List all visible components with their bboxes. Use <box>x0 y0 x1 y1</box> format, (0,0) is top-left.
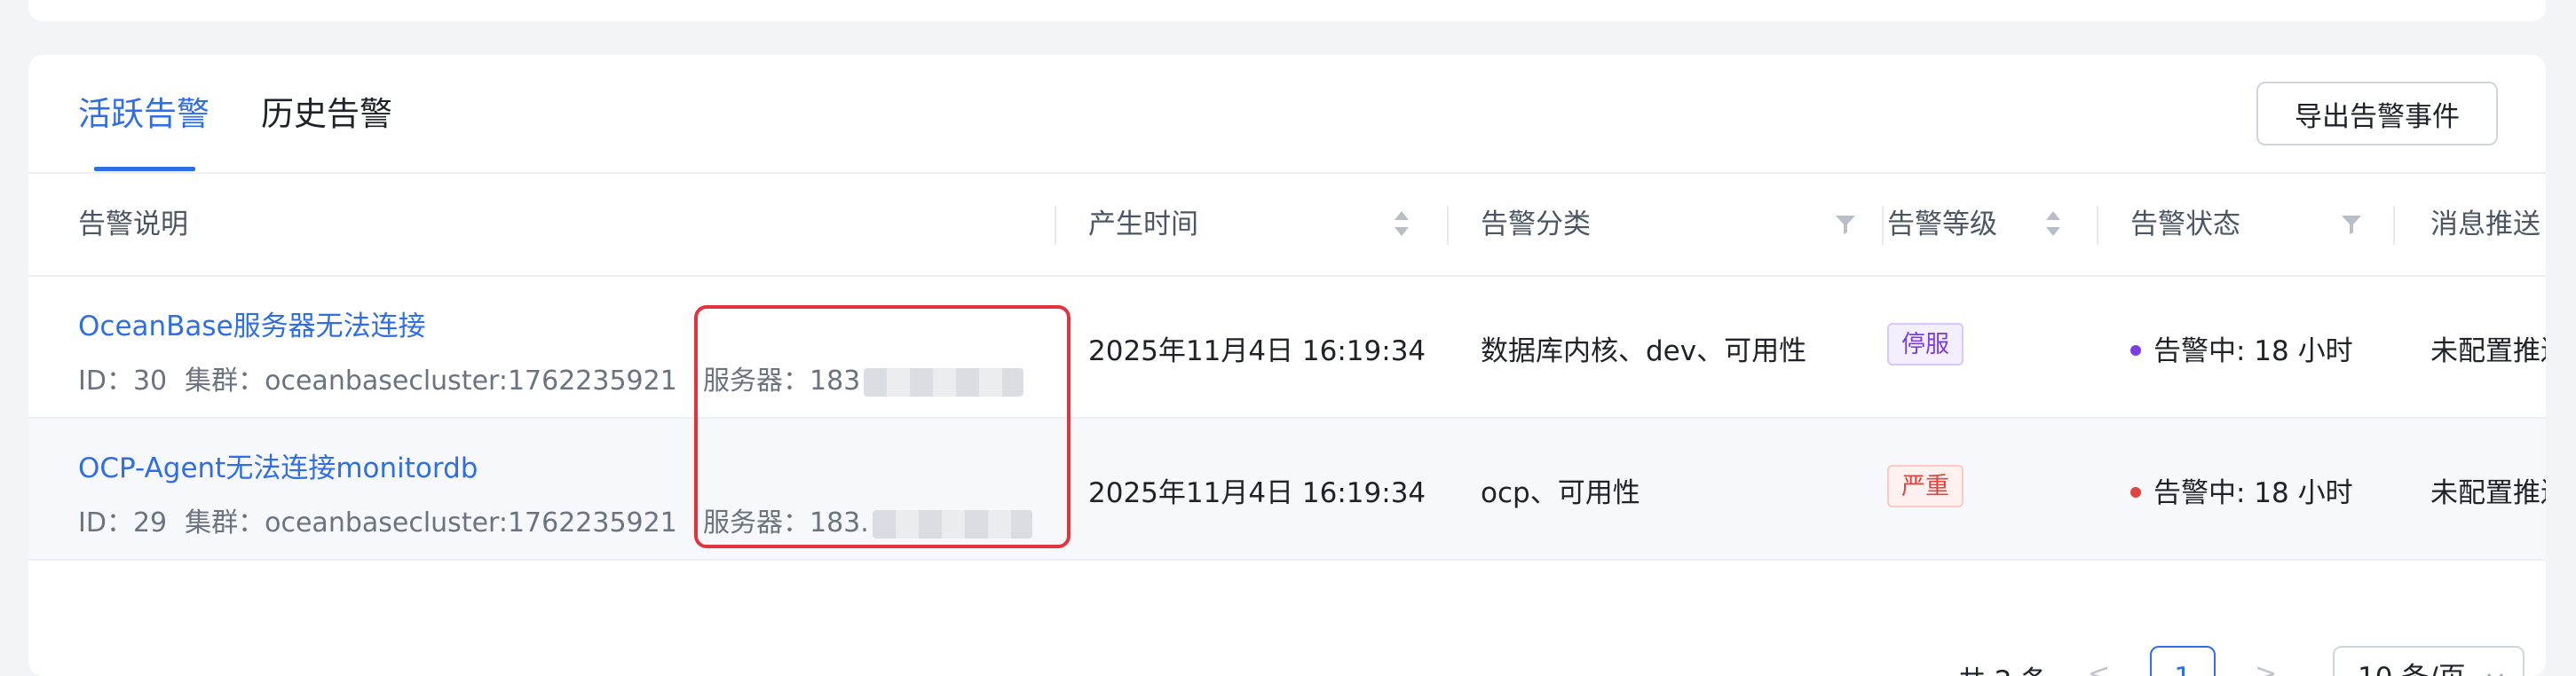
alert-meta: ID：30 集群：oceanbasecluster:1762235921 <box>78 358 677 397</box>
sort-icon[interactable] <box>2043 208 2063 240</box>
tab-active-alerts[interactable]: 活跃告警 <box>78 94 209 135</box>
column-divider <box>2097 206 2098 245</box>
alert-status: 告警中: 18 小时 <box>2130 470 2353 510</box>
push-status: 未配置推送 <box>2430 477 2546 509</box>
column-header-status: 告警状态 <box>2130 208 2240 240</box>
status-text: 告警中: 18 小时 <box>2153 477 2353 509</box>
alert-category: 数据库内核、dev、可用性 <box>1481 335 1807 367</box>
alert-id: ID：29 <box>78 507 168 538</box>
table-header: 告警说明 产生时间 告警分类 告警等级 告警状态 消息推送 ? <box>28 174 2546 277</box>
column-header-push: 消息推送 <box>2430 208 2540 240</box>
table-row: OceanBase服务器无法连接 ID：30 集群：oceanbasecluste… <box>28 277 2546 419</box>
alert-meta: ID：29 集群：oceanbasecluster:1762235921 <box>78 500 677 539</box>
column-header-category: 告警分类 <box>1481 208 1591 240</box>
column-divider <box>1882 206 1884 245</box>
alert-tabs: 活跃告警 历史告警 导出告警事件 <box>28 55 2546 174</box>
pagination: 共 2 条 < 1 > 10 条/页 <box>28 641 2546 676</box>
alert-cluster: 集群：oceanbasecluster:1762235921 <box>185 507 677 538</box>
column-header-time[interactable]: 产生时间 <box>1088 174 1198 275</box>
next-page-icon[interactable]: > <box>2255 658 2277 676</box>
level-badge: 严重 <box>1887 465 1964 507</box>
column-divider <box>1447 206 1449 245</box>
column-header-level[interactable]: 告警等级 <box>1887 174 1997 275</box>
column-header-description: 告警说明 <box>78 208 188 240</box>
alert-title-link[interactable]: OceanBase服务器无法连接 <box>78 303 426 343</box>
push-status: 未配置推送 <box>2430 335 2546 367</box>
column-divider <box>1055 206 1056 245</box>
top-card <box>28 0 2546 21</box>
tab-history-alerts[interactable]: 历史告警 <box>261 94 392 135</box>
table-row: OCP-Agent无法连接monitordb ID：29 集群：oceanbase… <box>28 419 2546 561</box>
column-divider <box>2393 206 2395 245</box>
page-size-select[interactable]: 10 条/页 <box>2333 646 2525 676</box>
alert-id: ID：30 <box>78 366 168 397</box>
highlight-box <box>694 305 1071 548</box>
alert-time: 2025年11月4日 16:19:34 <box>1088 335 1426 367</box>
level-badge: 停服 <box>1887 323 1964 366</box>
alerts-card: 活跃告警 历史告警 导出告警事件 告警说明 产生时间 告警分类 告警等级 告警状… <box>28 55 2546 676</box>
alert-category: ocp、可用性 <box>1481 477 1640 509</box>
filter-icon[interactable] <box>1834 213 1857 236</box>
chevron-down-icon <box>2487 673 2503 676</box>
status-dot-icon <box>2130 344 2141 356</box>
sort-icon[interactable] <box>1392 208 1411 240</box>
status-text: 告警中: 18 小时 <box>2153 335 2353 367</box>
page-size-label: 10 条/页 <box>2358 662 2466 676</box>
status-dot-icon <box>2130 486 2141 498</box>
total-count: 共 2 条 <box>1958 658 2048 676</box>
alert-status: 告警中: 18 小时 <box>2130 328 2353 368</box>
active-tab-indicator <box>94 167 195 171</box>
export-alerts-button[interactable]: 导出告警事件 <box>2256 82 2498 145</box>
filter-icon[interactable] <box>2340 213 2363 236</box>
prev-page-icon[interactable]: < <box>2088 658 2110 676</box>
alert-title-link[interactable]: OCP-Agent无法连接monitordb <box>78 445 478 485</box>
alert-time: 2025年11月4日 16:19:34 <box>1088 477 1426 509</box>
page-number-button[interactable]: 1 <box>2150 646 2216 676</box>
alert-cluster: 集群：oceanbasecluster:1762235921 <box>185 366 677 397</box>
